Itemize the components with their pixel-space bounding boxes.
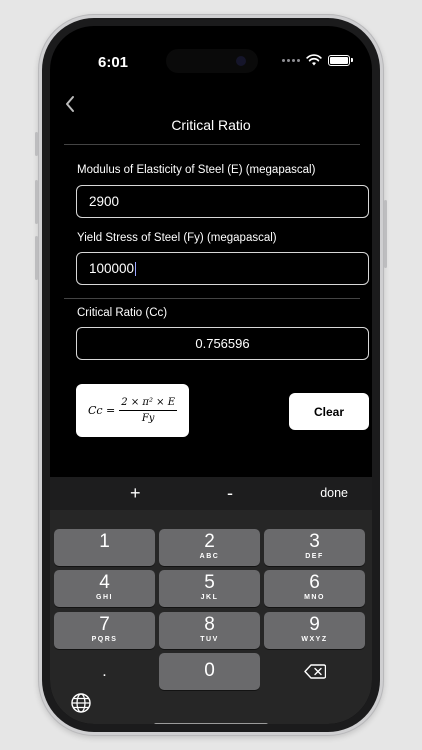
key-7[interactable]: 7 PQRS <box>54 612 155 649</box>
back-button[interactable] <box>58 89 82 119</box>
side-button-silent <box>35 132 38 156</box>
clear-button[interactable]: Clear <box>289 393 369 430</box>
nav-bar: Critical Ratio <box>50 81 372 149</box>
screen: 6:01 Critical Ratio Modulus of Elasticit… <box>50 26 372 724</box>
phone-frame: 6:01 Critical Ratio Modulus of Elasticit… <box>35 14 387 736</box>
yield-field-box[interactable]: 100000 <box>76 252 369 285</box>
formula-card: Cc = 2 × π² × E Fy <box>76 384 189 437</box>
formula-lhs: Cc = <box>87 404 116 417</box>
status-icons <box>282 54 353 66</box>
minus-key[interactable]: - <box>227 477 233 510</box>
key-8[interactable]: 8 TUV <box>159 612 260 649</box>
chevron-left-icon <box>66 96 74 112</box>
key-6[interactable]: 6 MNO <box>264 570 365 607</box>
yield-input[interactable]: 100000 <box>89 261 134 276</box>
keyboard-accessory-bar: + - done <box>50 477 372 510</box>
result-label: Critical Ratio (Cc) <box>77 307 168 319</box>
yield-label: Yield Stress of Steel (Fy) (megapascal) <box>77 232 277 244</box>
key-3[interactable]: 3 DEF <box>264 529 365 566</box>
key-4[interactable]: 4 GHI <box>54 570 155 607</box>
key-2[interactable]: 2 ABC <box>159 529 260 566</box>
delete-key[interactable] <box>264 653 365 690</box>
key-1[interactable]: 1 <box>54 529 155 566</box>
side-button-power <box>384 200 387 268</box>
plus-key[interactable]: + <box>130 477 141 510</box>
signal-icon <box>282 58 300 62</box>
home-indicator <box>154 723 268 724</box>
globe-button[interactable] <box>70 692 94 716</box>
result-field-box: 0.756596 <box>76 327 369 360</box>
modulus-label: Modulus of Elasticity of Steel (E) (mega… <box>77 164 316 176</box>
wifi-icon <box>306 54 322 66</box>
side-button-volume-down <box>35 236 38 280</box>
side-button-volume-up <box>35 180 38 224</box>
decimal-key[interactable]: . <box>54 653 155 690</box>
done-button[interactable]: done <box>320 477 348 510</box>
backspace-icon <box>303 664 326 679</box>
result-divider <box>64 298 360 299</box>
key-9[interactable]: 9 WXYZ <box>264 612 365 649</box>
result-value: 0.756596 <box>195 336 250 351</box>
modulus-input[interactable] <box>77 186 368 217</box>
formula-fraction: 2 × π² × E Fy <box>119 397 177 424</box>
page-title: Critical Ratio <box>171 117 251 133</box>
modulus-field-box <box>76 185 369 218</box>
status-bar: 6:01 <box>50 26 372 76</box>
battery-icon <box>328 54 353 66</box>
number-keyboard: + - done 1 2 ABC 3 DEF 4 GHI 5 JKL 6 MNO… <box>50 477 372 724</box>
formula-numerator: 2 × π² × E <box>119 397 177 411</box>
globe-icon <box>71 693 91 713</box>
header-divider <box>64 144 360 145</box>
status-time: 6:01 <box>98 54 129 71</box>
camera-dot <box>236 56 246 66</box>
key-0[interactable]: 0 <box>159 653 260 690</box>
text-cursor <box>135 261 137 276</box>
key-5[interactable]: 5 JKL <box>159 570 260 607</box>
formula-denominator: Fy <box>141 413 155 424</box>
